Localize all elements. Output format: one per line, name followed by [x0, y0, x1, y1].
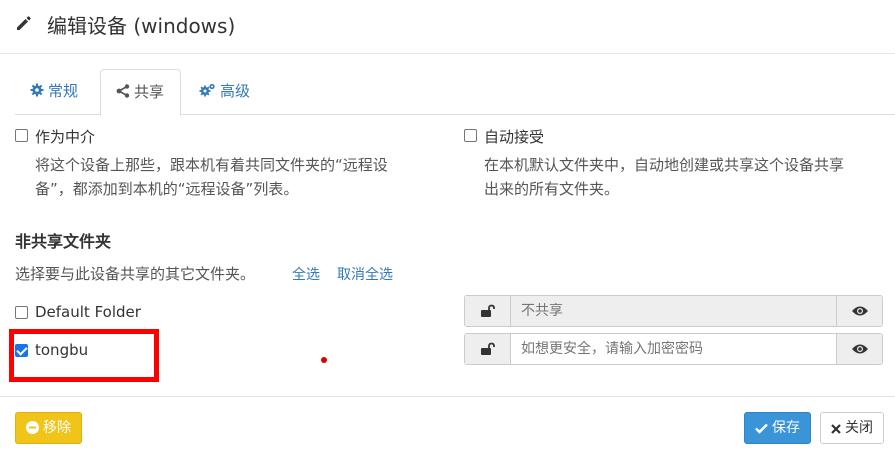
auto-accept-help: 在本机默认文件夹中，自动地创建或共享这个设备共享 出来的所有文件夹。	[484, 153, 884, 201]
unshared-folders-title: 非共享文件夹	[15, 232, 112, 251]
tab-bar: 常规 共享 高级	[15, 69, 895, 116]
tab-advanced-label: 高级	[220, 82, 251, 100]
highlight-annotation-box	[9, 329, 159, 382]
dialog-title: 编辑设备 (windows)	[47, 14, 236, 38]
show-password-button-tongbu[interactable]	[836, 334, 882, 364]
share-icon	[116, 84, 130, 98]
introducer-help-line2: 备”，都添加到本机的“远程设备”列表。	[35, 180, 299, 198]
introducer-checkbox[interactable]	[15, 129, 28, 142]
auto-accept-help-line2: 出来的所有文件夹。	[484, 180, 620, 198]
tab-advanced[interactable]: 高级	[184, 69, 265, 115]
folder-password-input-tongbu[interactable]	[511, 334, 837, 364]
save-button[interactable]: 保存	[744, 412, 811, 444]
introducer-label: 作为中介	[35, 128, 96, 146]
show-password-button-default[interactable]	[836, 296, 882, 326]
auto-accept-help-line1: 在本机默认文件夹中，自动地创建或共享这个设备共享	[484, 156, 845, 174]
close-button-label: 关闭	[845, 420, 873, 436]
tab-general[interactable]: 常规	[15, 69, 93, 115]
pencil-icon	[17, 16, 31, 30]
close-icon	[831, 424, 841, 434]
select-all-link[interactable]: 全选	[292, 264, 320, 284]
introducer-help-line1: 将这个设备上那些，跟本机有着共同文件夹的“远程设	[35, 156, 388, 174]
folder-password-group-tongbu	[464, 333, 883, 365]
tab-sharing[interactable]: 共享	[100, 69, 181, 116]
remove-button-label: 移除	[43, 420, 71, 436]
close-button[interactable]: 关闭	[820, 412, 884, 444]
folder-password-input-default[interactable]	[511, 296, 837, 326]
deselect-all-link[interactable]: 取消全选	[337, 264, 393, 284]
remove-button[interactable]: 移除	[15, 412, 82, 444]
unlock-icon-container	[465, 296, 511, 326]
cursor-dot-marker	[321, 357, 327, 363]
folder-label-default: Default Folder	[35, 303, 141, 321]
auto-accept-checkbox[interactable]	[464, 129, 477, 142]
minus-circle-icon	[26, 421, 39, 434]
unlock-icon	[480, 304, 495, 317]
check-icon	[755, 423, 768, 434]
unlock-icon	[480, 342, 495, 355]
unlock-icon-container	[465, 334, 511, 364]
folder-checkbox-default[interactable]	[15, 306, 28, 319]
eye-icon	[851, 344, 868, 354]
gears-icon	[199, 83, 215, 97]
save-button-label: 保存	[772, 420, 800, 436]
introducer-help: 将这个设备上那些，跟本机有着共同文件夹的“远程设 备”，都添加到本机的“远程设备…	[35, 153, 455, 201]
auto-accept-label: 自动接受	[484, 128, 545, 146]
tab-sharing-label: 共享	[134, 83, 165, 101]
folder-password-group-default	[464, 295, 883, 327]
dialog-header: 编辑设备 (windows)	[0, 0, 895, 54]
tab-general-label: 常规	[48, 82, 79, 100]
dialog-footer: 移除 保存 关闭	[0, 396, 895, 454]
gear-icon	[30, 83, 44, 97]
eye-icon	[851, 306, 868, 316]
unshared-folders-hint: 选择要与此设备共享的其它文件夹。	[15, 265, 256, 283]
